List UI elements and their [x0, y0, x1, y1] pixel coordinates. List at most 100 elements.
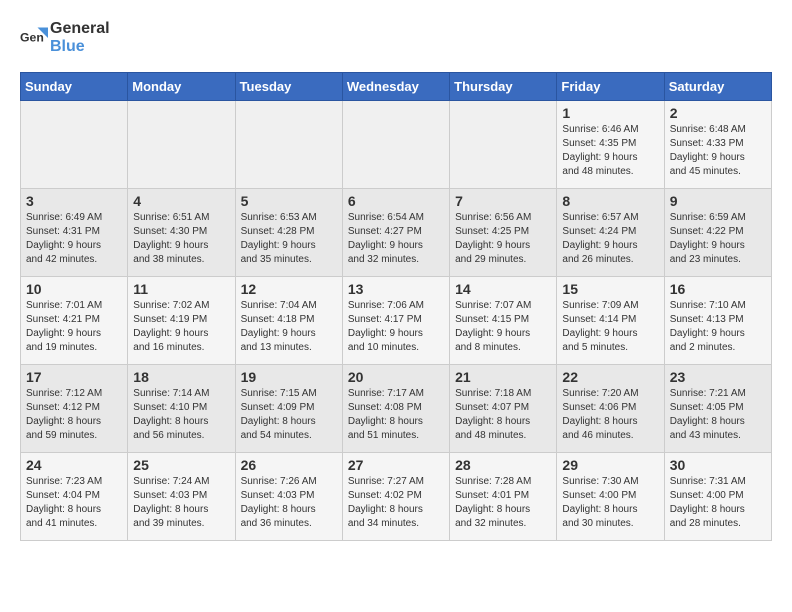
day-number: 19 — [241, 369, 337, 385]
day-info: Sunrise: 7:04 AM Sunset: 4:18 PM Dayligh… — [241, 299, 337, 355]
calendar-cell: 12Sunrise: 7:04 AM Sunset: 4:18 PM Dayli… — [235, 277, 342, 365]
weekday-header-tuesday: Tuesday — [235, 73, 342, 101]
calendar-cell: 8 Sunrise: 6:57 AM Sunset: 4:24 PM Daylig… — [557, 189, 664, 277]
weekday-header-thursday: Thursday — [450, 73, 557, 101]
calendar-cell: 1 Sunrise: 6:46 AM Sunset: 4:35 PM Daylig… — [557, 101, 664, 189]
calendar-cell: 6 Sunrise: 6:54 AM Sunset: 4:27 PM Daylig… — [342, 189, 449, 277]
logo-general-text: General — [50, 20, 110, 37]
calendar-table: SundayMondayTuesdayWednesdayThursdayFrid… — [20, 72, 772, 541]
weekday-header-wednesday: Wednesday — [342, 73, 449, 101]
weekday-header-monday: Monday — [128, 73, 235, 101]
weekday-header-sunday: Sunday — [21, 73, 128, 101]
calendar-cell — [128, 101, 235, 189]
day-number: 13 — [348, 281, 444, 297]
logo: Gen General Blue — [20, 20, 110, 56]
day-info: Sunrise: 7:28 AM Sunset: 4:01 PM Dayligh… — [455, 475, 551, 531]
day-number: 4 — [133, 193, 229, 209]
calendar-cell: 26 Sunrise: 7:26 AM Sunset: 4:03 PM Dayli… — [235, 453, 342, 541]
calendar-cell: 24Sunrise: 7:23 AM Sunset: 4:04 PM Dayli… — [21, 453, 128, 541]
day-number: 21 — [455, 369, 551, 385]
day-info: Sunrise: 6:59 AM Sunset: 4:22 PM Dayligh… — [670, 211, 766, 267]
calendar-week-row: 24Sunrise: 7:23 AM Sunset: 4:04 PM Dayli… — [21, 453, 772, 541]
day-info: Sunrise: 6:51 AM Sunset: 4:30 PM Dayligh… — [133, 211, 229, 267]
calendar-cell — [450, 101, 557, 189]
day-number: 29 — [562, 457, 658, 473]
calendar-cell: 9Sunrise: 6:59 AM Sunset: 4:22 PM Daylig… — [664, 189, 771, 277]
day-info: Sunrise: 7:01 AM Sunset: 4:21 PM Dayligh… — [26, 299, 122, 355]
day-info: Sunrise: 6:46 AM Sunset: 4:35 PM Dayligh… — [562, 123, 658, 179]
logo-icon: Gen — [20, 24, 48, 52]
day-info: Sunrise: 7:27 AM Sunset: 4:02 PM Dayligh… — [348, 475, 444, 531]
svg-text:Gen: Gen — [20, 31, 44, 45]
day-number: 14 — [455, 281, 551, 297]
day-number: 5 — [241, 193, 337, 209]
day-info: Sunrise: 7:10 AM Sunset: 4:13 PM Dayligh… — [670, 299, 766, 355]
day-number: 24 — [26, 457, 122, 473]
calendar-cell: 20Sunrise: 7:17 AM Sunset: 4:08 PM Dayli… — [342, 365, 449, 453]
calendar-cell: 18Sunrise: 7:14 AM Sunset: 4:10 PM Dayli… — [128, 365, 235, 453]
calendar-cell: 13 Sunrise: 7:06 AM Sunset: 4:17 PM Dayli… — [342, 277, 449, 365]
day-number: 15 — [562, 281, 658, 297]
calendar-cell: 17 Sunrise: 7:12 AM Sunset: 4:12 PM Dayli… — [21, 365, 128, 453]
day-info: Sunrise: 6:56 AM Sunset: 4:25 PM Dayligh… — [455, 211, 551, 267]
calendar-cell — [235, 101, 342, 189]
day-info: Sunrise: 7:26 AM Sunset: 4:03 PM Dayligh… — [241, 475, 337, 531]
day-info: Sunrise: 7:24 AM Sunset: 4:03 PM Dayligh… — [133, 475, 229, 531]
day-number: 26 — [241, 457, 337, 473]
calendar-cell: 14 Sunrise: 7:07 AM Sunset: 4:15 PM Dayli… — [450, 277, 557, 365]
day-number: 10 — [26, 281, 122, 297]
day-info: Sunrise: 7:06 AM Sunset: 4:17 PM Dayligh… — [348, 299, 444, 355]
day-number: 1 — [562, 105, 658, 121]
calendar-cell: 29 Sunrise: 7:30 AM Sunset: 4:00 PM Dayli… — [557, 453, 664, 541]
day-info: Sunrise: 6:48 AM Sunset: 4:33 PM Dayligh… — [670, 123, 766, 179]
day-info: Sunrise: 6:53 AM Sunset: 4:28 PM Dayligh… — [241, 211, 337, 267]
day-number: 16 — [670, 281, 766, 297]
day-number: 2 — [670, 105, 766, 121]
weekday-header-saturday: Saturday — [664, 73, 771, 101]
day-number: 3 — [26, 193, 122, 209]
weekday-header-friday: Friday — [557, 73, 664, 101]
calendar-week-row: 3 Sunrise: 6:49 AM Sunset: 4:31 PM Daylig… — [21, 189, 772, 277]
day-info: Sunrise: 6:49 AM Sunset: 4:31 PM Dayligh… — [26, 211, 122, 267]
day-info: Sunrise: 6:54 AM Sunset: 4:27 PM Dayligh… — [348, 211, 444, 267]
calendar-week-row: 17 Sunrise: 7:12 AM Sunset: 4:12 PM Dayli… — [21, 365, 772, 453]
calendar-cell: 25 Sunrise: 7:24 AM Sunset: 4:03 PM Dayli… — [128, 453, 235, 541]
day-info: Sunrise: 7:09 AM Sunset: 4:14 PM Dayligh… — [562, 299, 658, 355]
day-info: Sunrise: 7:20 AM Sunset: 4:06 PM Dayligh… — [562, 387, 658, 443]
day-number: 6 — [348, 193, 444, 209]
calendar-cell: 16 Sunrise: 7:10 AM Sunset: 4:13 PM Dayli… — [664, 277, 771, 365]
calendar-cell: 21Sunrise: 7:18 AM Sunset: 4:07 PM Dayli… — [450, 365, 557, 453]
calendar-cell — [342, 101, 449, 189]
day-number: 18 — [133, 369, 229, 385]
day-info: Sunrise: 7:07 AM Sunset: 4:15 PM Dayligh… — [455, 299, 551, 355]
day-number: 25 — [133, 457, 229, 473]
calendar-cell: 5 Sunrise: 6:53 AM Sunset: 4:28 PM Daylig… — [235, 189, 342, 277]
day-number: 23 — [670, 369, 766, 385]
calendar-cell: 2 Sunrise: 6:48 AM Sunset: 4:33 PM Daylig… — [664, 101, 771, 189]
day-number: 17 — [26, 369, 122, 385]
day-number: 28 — [455, 457, 551, 473]
calendar-cell: 27 Sunrise: 7:27 AM Sunset: 4:02 PM Dayli… — [342, 453, 449, 541]
calendar-cell: 4 Sunrise: 6:51 AM Sunset: 4:30 PM Daylig… — [128, 189, 235, 277]
calendar-cell: 30 Sunrise: 7:31 AM Sunset: 4:00 PM Dayli… — [664, 453, 771, 541]
calendar-cell: 10 Sunrise: 7:01 AM Sunset: 4:21 PM Dayli… — [21, 277, 128, 365]
day-number: 27 — [348, 457, 444, 473]
logo-blue-text: Blue — [50, 38, 85, 55]
day-info: Sunrise: 6:57 AM Sunset: 4:24 PM Dayligh… — [562, 211, 658, 267]
calendar-cell: 7Sunrise: 6:56 AM Sunset: 4:25 PM Daylig… — [450, 189, 557, 277]
calendar-cell: 23Sunrise: 7:21 AM Sunset: 4:05 PM Dayli… — [664, 365, 771, 453]
day-info: Sunrise: 7:17 AM Sunset: 4:08 PM Dayligh… — [348, 387, 444, 443]
day-number: 8 — [562, 193, 658, 209]
day-info: Sunrise: 7:31 AM Sunset: 4:00 PM Dayligh… — [670, 475, 766, 531]
day-info: Sunrise: 7:15 AM Sunset: 4:09 PM Dayligh… — [241, 387, 337, 443]
day-info: Sunrise: 7:02 AM Sunset: 4:19 PM Dayligh… — [133, 299, 229, 355]
day-info: Sunrise: 7:30 AM Sunset: 4:00 PM Dayligh… — [562, 475, 658, 531]
calendar-cell: 3 Sunrise: 6:49 AM Sunset: 4:31 PM Daylig… — [21, 189, 128, 277]
day-number: 11 — [133, 281, 229, 297]
calendar-cell: 11 Sunrise: 7:02 AM Sunset: 4:19 PM Dayli… — [128, 277, 235, 365]
calendar-cell: 15 Sunrise: 7:09 AM Sunset: 4:14 PM Dayli… — [557, 277, 664, 365]
day-number: 22 — [562, 369, 658, 385]
day-number: 30 — [670, 457, 766, 473]
day-info: Sunrise: 7:12 AM Sunset: 4:12 PM Dayligh… — [26, 387, 122, 443]
calendar-week-row: 1 Sunrise: 6:46 AM Sunset: 4:35 PM Daylig… — [21, 101, 772, 189]
